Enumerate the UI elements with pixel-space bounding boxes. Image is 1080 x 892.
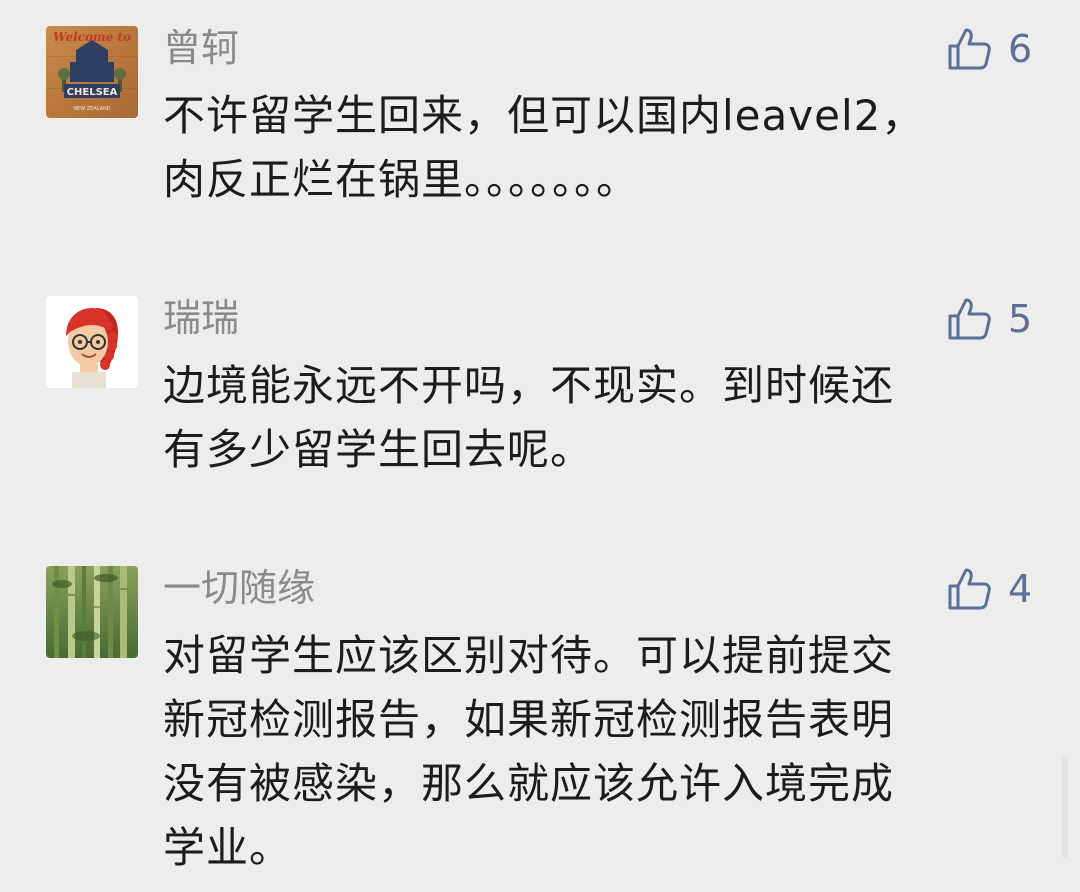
commenter-name[interactable]: 瑞瑞 [163, 296, 239, 340]
redhead-girl-with-glasses-avatar-icon [46, 296, 138, 388]
comment-text-line: 不许留学生回来，但可以国内leavel2， [163, 91, 925, 140]
thumbs-up-icon [948, 28, 991, 70]
avatar-sign-bottom-text: NEW ZEALAND [73, 106, 110, 112]
comment-text-line: 有多少留学生回去呢。 [163, 425, 594, 474]
comment-item: Welcome to CHELSEA NEW ZEALAND 曾轲 6 不许留学… [0, 24, 1080, 224]
avatar[interactable]: Welcome to CHELSEA NEW ZEALAND [46, 26, 138, 118]
comment-list: Welcome to CHELSEA NEW ZEALAND 曾轲 6 不许留学… [0, 0, 1080, 892]
comment-text-line: 新冠检测报告，如果新冠检测报告表明 [163, 695, 895, 744]
avatar[interactable] [46, 566, 138, 658]
like-button[interactable]: 4 [946, 566, 1046, 614]
like-count: 4 [1008, 567, 1033, 611]
like-count: 6 [1008, 27, 1033, 71]
avatar[interactable] [46, 296, 138, 388]
comment-text-line: 对留学生应该区别对待。可以提前提交 [163, 631, 895, 680]
commenter-name[interactable]: 曾轲 [163, 26, 239, 70]
commenter-name[interactable]: 一切随缘 [163, 566, 315, 610]
comment-item: 一切随缘 4 对留学生应该区别对待。可以提前提交 新冠检测报告，如果新冠检测报告… [0, 564, 1080, 892]
like-button[interactable]: 6 [946, 26, 1046, 74]
comment-text-line: 肉反正烂在锅里。。。。。。。 [163, 155, 640, 204]
thumbs-up-icon [948, 298, 991, 340]
comment-text-line: 边境能永远不开吗，不现实。到时候还 [163, 361, 895, 410]
scrollbar-thumb[interactable] [1062, 756, 1068, 858]
comment-text: 不许留学生回来，但可以国内leavel2， 肉反正烂在锅里。。。。。。。 [163, 84, 1003, 212]
comment-text-line: 学业。 [163, 823, 293, 872]
chelsea-sign-avatar-icon: Welcome to CHELSEA NEW ZEALAND [46, 26, 138, 118]
comment-text-line: 没有被感染，那么就应该允许入境完成 [163, 759, 895, 808]
avatar-sign-main-text: CHELSEA [67, 87, 118, 98]
like-button[interactable]: 5 [946, 296, 1046, 344]
comment-item: 瑞瑞 5 边境能永远不开吗，不现实。到时候还 有多少留学生回去呢。 [0, 294, 1080, 494]
like-count: 5 [1008, 297, 1033, 341]
comment-text: 边境能永远不开吗，不现实。到时候还 有多少留学生回去呢。 [163, 354, 1003, 482]
thumbs-up-icon [948, 568, 991, 610]
bamboo-forest-avatar-icon [46, 566, 138, 658]
comment-text: 对留学生应该区别对待。可以提前提交 新冠检测报告，如果新冠检测报告表明 没有被感… [163, 624, 1003, 880]
